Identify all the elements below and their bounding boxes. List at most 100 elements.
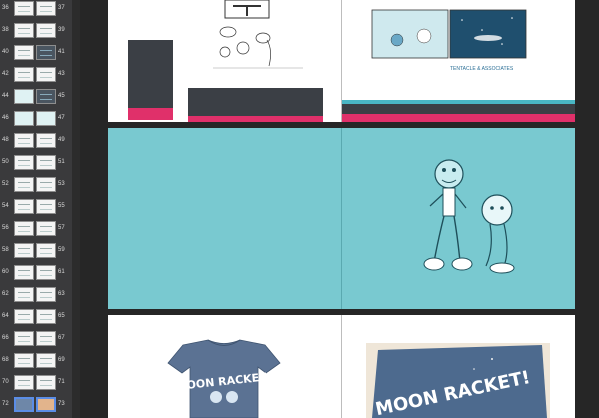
comic-sketch <box>213 0 303 69</box>
thumbnail-sidebar[interactable]: 36 37 38 39 40 41 42 43 44 45 46 47 48 49 50 51 52 53 54 55… <box>0 0 72 418</box>
thumbnail-row[interactable]: 64 65 <box>0 308 72 330</box>
page-thumbnail-right[interactable] <box>36 375 56 390</box>
page-thumbnail-right[interactable] <box>36 45 56 60</box>
page-thumbnail-left[interactable] <box>14 155 34 170</box>
thumbnail-row[interactable]: 58 59 <box>0 242 72 264</box>
page-thumbnail-left[interactable] <box>14 397 34 412</box>
thumbnail-row[interactable]: 66 67 <box>0 330 72 352</box>
page-bottom-bar <box>342 114 575 122</box>
thumbnail-row[interactable]: 42 43 <box>0 66 72 88</box>
page-thumbnail-left[interactable] <box>14 1 34 16</box>
page-thumbnail-left[interactable] <box>14 287 34 302</box>
page-thumbnail-right[interactable] <box>36 1 56 16</box>
thumbnail-row[interactable]: 50 51 <box>0 154 72 176</box>
thumbnail-preview <box>40 314 52 320</box>
page-number-left: 72 <box>2 401 9 407</box>
thumbnail-preview <box>18 226 30 232</box>
page-thumbnail-left[interactable] <box>14 243 34 258</box>
page-thumbnail-right[interactable] <box>36 111 56 126</box>
thumbnail-row[interactable]: 38 39 <box>0 22 72 44</box>
page-number-right: 59 <box>58 247 65 253</box>
thumbnail-row[interactable]: 52 53 <box>0 176 72 198</box>
page-thumbnail-left[interactable] <box>14 265 34 280</box>
thumbnail-row[interactable]: 68 69 <box>0 352 72 374</box>
thumbnail-row[interactable]: 36 37 <box>0 0 72 22</box>
page-thumbnail-left[interactable] <box>14 309 34 324</box>
thumbnail-preview <box>18 204 30 210</box>
tshirt-photo: MOON RACKET! <box>366 343 550 418</box>
page-number-right: 43 <box>58 71 65 77</box>
page-left[interactable] <box>108 128 341 309</box>
page-thumbnail-left[interactable] <box>14 177 34 192</box>
page-thumbnail-left[interactable] <box>14 45 34 60</box>
thumbnail-row[interactable]: 44 45 <box>0 88 72 110</box>
page-thumbnail-right[interactable] <box>36 67 56 82</box>
page-sidebar-screenshot <box>128 40 173 110</box>
page-right[interactable]: MOON RACKET! <box>342 315 575 418</box>
page-thumbnail-right[interactable] <box>36 23 56 38</box>
page-number-left: 68 <box>2 357 9 363</box>
thumbnail-preview <box>18 72 30 78</box>
page-thumbnail-right[interactable] <box>36 221 56 236</box>
page-number-left: 66 <box>2 335 9 341</box>
page-thumbnail-left[interactable] <box>14 221 34 236</box>
page-thumbnail-left[interactable] <box>14 199 34 214</box>
thumbnail-preview <box>18 358 30 364</box>
page-thumbnail-left[interactable] <box>14 353 34 368</box>
page-thumbnail-left[interactable] <box>14 133 34 148</box>
thumbnail-row[interactable]: 40 41 <box>0 44 72 66</box>
page-thumbnail-left[interactable] <box>14 331 34 346</box>
page-thumbnail-right[interactable] <box>36 331 56 346</box>
page-thumbnail-right[interactable] <box>36 397 56 412</box>
page-thumbnail-right[interactable] <box>36 89 56 104</box>
page-thumbnail-left[interactable] <box>14 375 34 390</box>
page-thumbnail-right[interactable] <box>36 199 56 214</box>
page-left[interactable] <box>108 0 341 122</box>
thumbnail-preview <box>40 380 52 386</box>
thumbnail-row[interactable]: 54 55 <box>0 198 72 220</box>
page-number-right: 57 <box>58 225 65 231</box>
page-number-right: 55 <box>58 203 65 209</box>
page-thumbnail-right[interactable] <box>36 155 56 170</box>
page-thumbnail-right[interactable] <box>36 353 56 368</box>
thumbnail-preview <box>18 292 30 298</box>
thumbnail-row[interactable]: 62 63 <box>0 286 72 308</box>
thumbnail-preview <box>40 50 52 56</box>
page-thumbnail-left[interactable] <box>14 89 34 104</box>
tshirt-mockup: MOON RACKET! <box>167 339 281 418</box>
page-thumbnail-right[interactable] <box>36 177 56 192</box>
thumbnail-preview <box>18 380 30 386</box>
page-right[interactable] <box>342 128 575 309</box>
page-spread[interactable] <box>108 128 575 309</box>
comic-caption: TENTACLE & ASSOCIATES <box>450 66 514 72</box>
thumbnail-preview <box>40 292 52 298</box>
page-thumbnail-left[interactable] <box>14 67 34 82</box>
page-thumbnail-left[interactable] <box>14 111 34 126</box>
thumbnail-preview <box>40 248 52 254</box>
page-thumbnail-right[interactable] <box>36 243 56 258</box>
page-number-right: 69 <box>58 357 65 363</box>
page-number-right: 51 <box>58 159 65 165</box>
thumbnail-preview <box>18 182 30 188</box>
thumbnail-row[interactable]: 60 61 <box>0 264 72 286</box>
page-thumbnail-right[interactable] <box>36 265 56 280</box>
page-thumbnail-right[interactable] <box>36 309 56 324</box>
thumbnail-row[interactable]: 56 57 <box>0 220 72 242</box>
thumbnail-row[interactable]: 72 73 <box>0 396 72 418</box>
page-thumbnail-left[interactable] <box>14 23 34 38</box>
thumbnail-preview <box>18 160 30 166</box>
page-spread[interactable]: MOON RACKET! MOON RACKET! <box>108 315 575 418</box>
thumbnail-row[interactable]: 46 47 <box>0 110 72 132</box>
page-left[interactable]: MOON RACKET! <box>108 315 341 418</box>
page-nav-bar <box>342 104 575 114</box>
page-number-left: 36 <box>2 5 9 11</box>
page-right[interactable]: TENTACLE & ASSOCIATES <box>342 0 575 122</box>
thumbnail-row[interactable]: 70 71 <box>0 374 72 396</box>
page-viewer[interactable]: TENTACLE & ASSOCIATES MOON RACKET! MOON … <box>80 0 599 418</box>
page-thumbnail-right[interactable] <box>36 287 56 302</box>
page-thumbnail-right[interactable] <box>36 133 56 148</box>
page-spread[interactable]: TENTACLE & ASSOCIATES <box>108 0 575 122</box>
footer-accent-bar <box>188 116 323 122</box>
page-number-right: 47 <box>58 115 65 121</box>
thumbnail-row[interactable]: 48 49 <box>0 132 72 154</box>
